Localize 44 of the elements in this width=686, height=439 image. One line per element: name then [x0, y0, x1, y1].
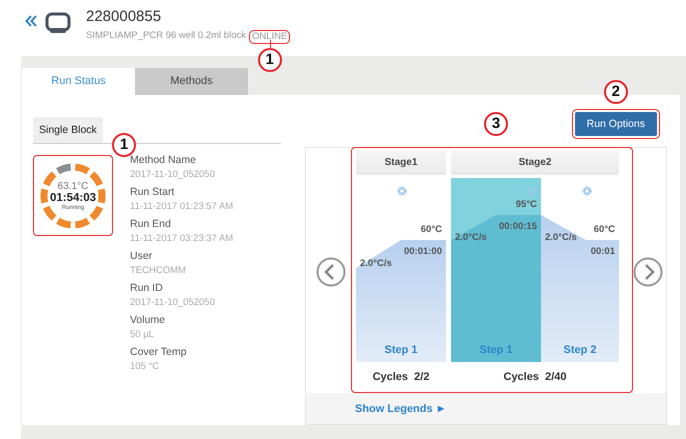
ramp-rate: 2.0°C/s	[545, 232, 577, 242]
step-hold-time: 00:01:00	[404, 246, 442, 257]
step-label: Step 2	[562, 344, 598, 356]
detail-value: 11-11-2017 01:23:57 AM	[130, 200, 234, 214]
ramp-rate: 2.0°C/s	[455, 232, 487, 242]
detail-label: User	[130, 249, 154, 263]
device-subtitle: SIMPLIAMP_PCR 96 well 0.2ml block	[86, 30, 246, 40]
step-label: Step 1	[383, 344, 418, 356]
step-column[interactable]: 95°C 00:00:15 2.0°C/s Step 1	[451, 178, 541, 362]
stage-header: Stage1	[356, 150, 446, 175]
remaining-time: 01:54:03	[50, 192, 96, 204]
detail-label: Cover Temp	[130, 345, 188, 359]
step-temperature: 95°C	[516, 199, 537, 210]
callout-number: 2	[604, 80, 628, 104]
back-icon[interactable]	[25, 15, 37, 27]
show-legends-link[interactable]: Show Legends ►	[355, 402, 447, 414]
detail-label: Run Start	[130, 185, 176, 199]
stage-header: Stage2	[451, 150, 619, 175]
detail-value: 50 µL	[130, 328, 155, 342]
detail-value: TECHCOMM	[130, 264, 187, 278]
detail-value: 2017-11-10_052050	[130, 296, 216, 310]
step-temperature: 60°C	[420, 224, 442, 235]
block-tab[interactable]: Single Block	[33, 117, 103, 143]
ramp-rate: 2.0°C/s	[360, 258, 392, 269]
callout-number: 3	[484, 112, 508, 136]
block-temperature: 63.1°C	[58, 180, 88, 192]
detail-label: Volume	[130, 313, 166, 327]
detail-label: Run End	[130, 217, 172, 231]
detail-value: 2017-11-10_052050	[130, 168, 216, 182]
device-icon	[45, 12, 71, 34]
tab[interactable]: Run Status	[22, 68, 135, 95]
step-label: Step 1	[478, 344, 514, 356]
run-options-button[interactable]: Run Options	[574, 112, 657, 136]
device-title: 228000855	[86, 8, 162, 26]
tab[interactable]: Methods	[135, 68, 248, 95]
detail-value: 11-11-2017 03:23:37 AM	[130, 232, 234, 246]
detail-value: 105 °C	[130, 360, 160, 374]
status-badge: ONLINE	[248, 30, 290, 44]
callout-number: 1	[258, 48, 282, 72]
step-hold-time: 00:01	[590, 246, 615, 257]
step-hold-time: 00:00:15	[498, 221, 537, 232]
callout-number: 1	[112, 133, 136, 157]
detail-label: Run ID	[130, 281, 164, 295]
step-temperature: 60°C	[594, 224, 615, 235]
